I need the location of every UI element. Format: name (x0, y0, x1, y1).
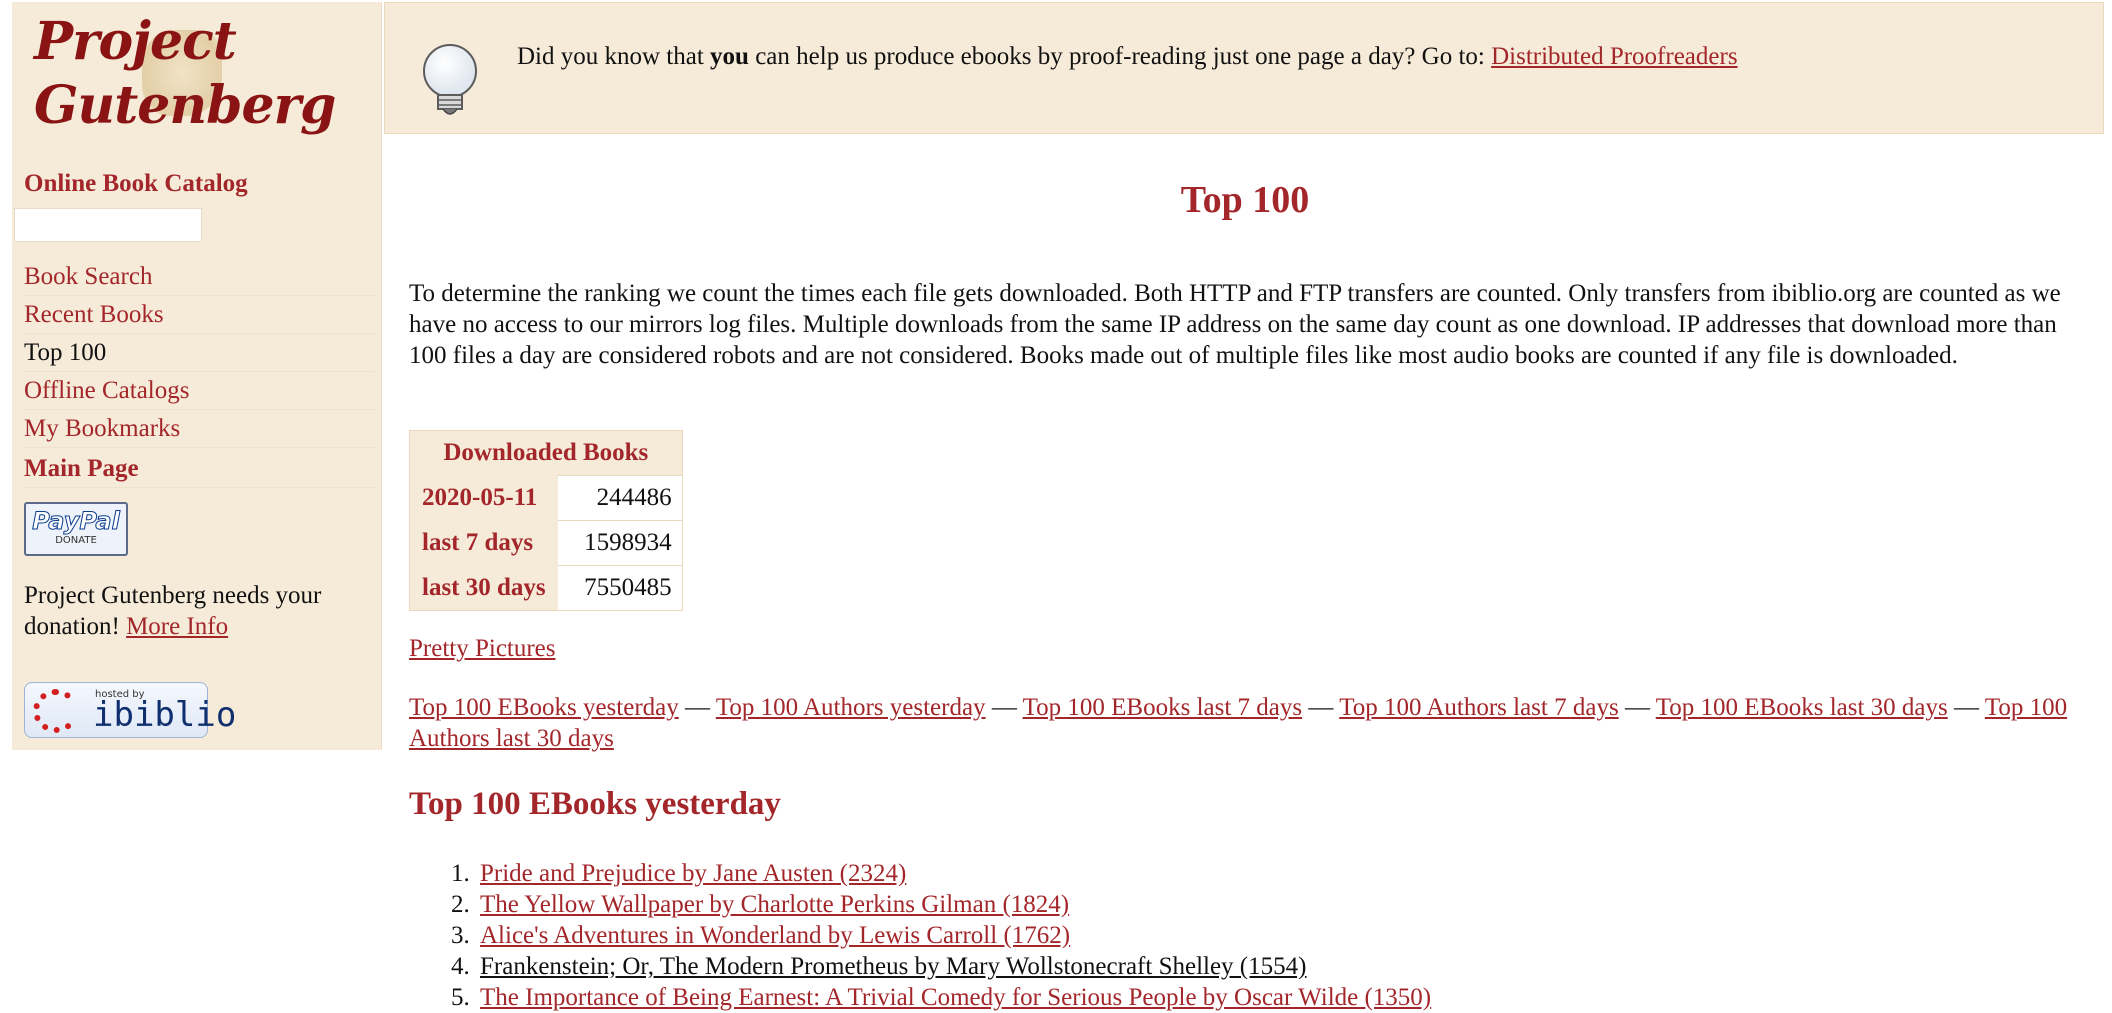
sidebar: Project Gutenberg Online Book Catalog Bo… (12, 2, 382, 750)
banner-text: Did you know that you can help us produc… (517, 43, 1738, 71)
link-top-authors-7-days[interactable]: Top 100 Authors last 7 days (1339, 694, 1619, 721)
logo-text-line1: Project (34, 11, 237, 72)
table-row: last 7 days 1598934 (410, 520, 682, 565)
banner-text-post: can help us produce ebooks by proof-read… (748, 43, 1492, 70)
sidebar-item-offline-catalogs[interactable]: Offline Catalogs (24, 372, 374, 410)
list-item: Frankenstein; Or, The Modern Prometheus … (476, 951, 1431, 982)
sidebar-item-recent-books[interactable]: Recent Books (24, 296, 374, 334)
separator: — (685, 694, 710, 721)
ibiblio-hosted-badge[interactable]: hosted by ibiblio (24, 682, 236, 738)
sidebar-item-label[interactable]: Book Search (24, 263, 152, 290)
book-link[interactable]: The Yellow Wallpaper by Charlotte Perkin… (480, 891, 1069, 918)
link-top-authors-yesterday[interactable]: Top 100 Authors yesterday (716, 694, 986, 721)
row-label: last 7 days (422, 528, 534, 556)
book-list: Pride and Prejudice by Jane Austen (2324… (430, 858, 1431, 1013)
separator: — (1624, 694, 1650, 721)
link-top-ebooks-7-days[interactable]: Top 100 EBooks last 7 days (1023, 694, 1303, 721)
list-item: The Yellow Wallpaper by Charlotte Perkin… (476, 889, 1431, 920)
sidebar-item-label[interactable]: Offline Catalogs (24, 377, 189, 404)
pretty-pictures-link[interactable]: Pretty Pictures (409, 635, 556, 663)
list-item: The Importance of Being Earnest: A Trivi… (476, 982, 1431, 1013)
row-value: 244486 (557, 475, 682, 520)
list-item: Alice's Adventures in Wonderland by Lewi… (476, 920, 1431, 951)
ibiblio-logo-text: ibiblio (93, 695, 237, 735)
list-heading: Top 100 EBooks yesterday (409, 786, 781, 822)
info-banner: Did you know that you can help us produc… (384, 2, 2104, 134)
paypal-donate-label: DONATE (55, 535, 97, 546)
page-title: Top 100 (1180, 179, 1310, 221)
link-top-ebooks-yesterday[interactable]: Top 100 EBooks yesterday (409, 694, 679, 721)
separator: — (1308, 694, 1334, 721)
sidebar-item-my-bookmarks[interactable]: My Bookmarks (24, 410, 374, 448)
lightbulb-icon (423, 44, 477, 115)
sidebar-item-top-100: Top 100 (24, 334, 374, 372)
separator: — (991, 694, 1017, 721)
row-value: 7550485 (557, 565, 682, 610)
more-info-link[interactable]: More Info (126, 613, 228, 640)
sidebar-item-label[interactable]: Main Page (24, 455, 139, 482)
project-gutenberg-logo[interactable]: Project Gutenberg (24, 10, 336, 160)
book-link[interactable]: Alice's Adventures in Wonderland by Lewi… (480, 922, 1070, 949)
list-item: Pride and Prejudice by Jane Austen (2324… (476, 858, 1431, 889)
ibiblio-dots-icon (33, 689, 79, 733)
book-link[interactable]: Frankenstein; Or, The Modern Prometheus … (480, 953, 1306, 980)
catalog-heading: Online Book Catalog (24, 170, 248, 197)
sidebar-item-label[interactable]: My Bookmarks (24, 415, 180, 442)
sidebar-item-book-search[interactable]: Book Search (24, 258, 374, 296)
row-label: 2020-05-11 (422, 483, 538, 511)
search-input[interactable] (14, 208, 202, 242)
row-value: 1598934 (557, 520, 682, 565)
paypal-donate-button[interactable]: PayPal DONATE (24, 502, 128, 556)
sidebar-item-label: Top 100 (24, 339, 107, 366)
book-link[interactable]: The Importance of Being Earnest: A Trivi… (480, 984, 1431, 1011)
sidebar-item-main-page[interactable]: Main Page (24, 450, 374, 488)
logo-text-line2: Gutenberg (34, 75, 336, 136)
row-label: last 30 days (422, 573, 546, 601)
paypal-logo-text: PayPal (32, 507, 121, 535)
table-row: last 30 days 7550485 (410, 565, 682, 610)
downloads-table: Downloaded Books 2020-05-11 244486 last … (409, 430, 683, 611)
table-row: 2020-05-11 244486 (410, 475, 682, 520)
banner-text-pre: Did you know that (517, 43, 711, 70)
banner-text-bold: you (710, 43, 749, 70)
table-header: Downloaded Books (443, 439, 649, 466)
book-link[interactable]: Pride and Prejudice by Jane Austen (2324… (480, 860, 906, 887)
distributed-proofreaders-link[interactable]: Distributed Proofreaders (1491, 43, 1737, 70)
top-100-links: Top 100 EBooks yesterday — Top 100 Autho… (409, 692, 2099, 754)
separator: — (1954, 694, 1979, 721)
link-top-ebooks-30-days[interactable]: Top 100 EBooks last 30 days (1656, 694, 1948, 721)
donation-message: Project Gutenberg needs your donation! M… (24, 580, 374, 642)
table-header-row: Downloaded Books (410, 431, 682, 475)
intro-paragraph: To determine the ranking we count the ti… (409, 280, 2061, 369)
sidebar-item-label[interactable]: Recent Books (24, 301, 164, 328)
